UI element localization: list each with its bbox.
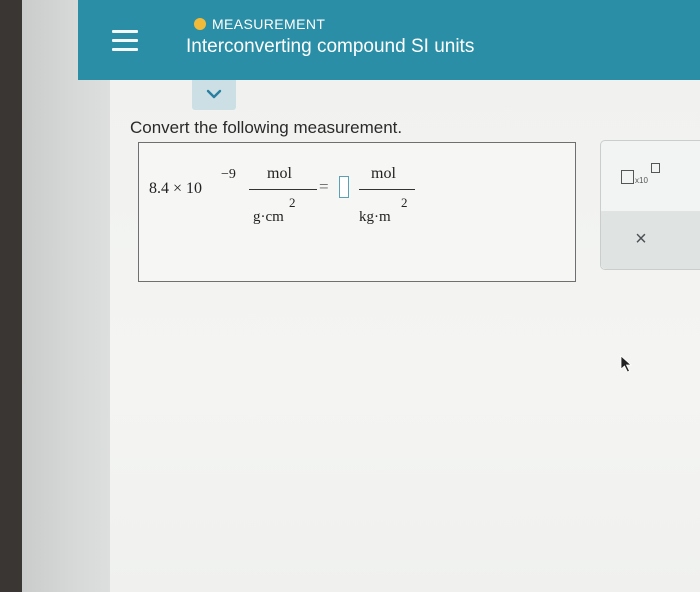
topic-title: Interconverting compound SI units bbox=[186, 36, 475, 57]
menu-button[interactable] bbox=[112, 30, 138, 54]
left-margin-strip bbox=[22, 0, 110, 592]
hamburger-bar bbox=[112, 48, 138, 51]
collapse-header-button[interactable] bbox=[192, 80, 236, 110]
answer-area: 8.4 × 10 −9 mol 2 g·cm = mol 2 kg·m bbox=[138, 142, 576, 282]
given-unit-numerator: mol bbox=[267, 165, 292, 182]
given-exponent: −9 bbox=[221, 167, 236, 182]
target-unit-denominator: kg·m bbox=[359, 209, 391, 225]
chevron-down-icon bbox=[206, 89, 222, 99]
target-unit-numerator: mol bbox=[371, 165, 396, 182]
given-unit-denominator: g·cm bbox=[253, 209, 284, 225]
given-coefficient: 8.4 × 10 bbox=[149, 180, 203, 197]
app-screen: MEASUREMENT Interconverting compound SI … bbox=[22, 0, 700, 592]
hamburger-icon bbox=[112, 30, 138, 33]
given-unit-fraction-bar bbox=[249, 189, 317, 190]
clear-area: × bbox=[601, 211, 700, 269]
question-prompt: Convert the following measurement. bbox=[130, 118, 403, 137]
scientific-notation-icon bbox=[621, 170, 634, 184]
x10-button[interactable]: x10 bbox=[617, 161, 665, 191]
clear-button[interactable]: × bbox=[631, 229, 651, 249]
answer-input[interactable] bbox=[339, 176, 349, 198]
target-unit-denominator-exponent: 2 bbox=[401, 195, 408, 210]
exponent-box-icon bbox=[651, 163, 660, 173]
topic-category: MEASUREMENT bbox=[212, 16, 326, 32]
status-dot-icon bbox=[194, 18, 206, 30]
header-bar: MEASUREMENT Interconverting compound SI … bbox=[78, 0, 700, 80]
x10-label: x10 bbox=[635, 176, 648, 185]
equals-sign: = bbox=[319, 177, 329, 196]
target-unit-fraction-bar bbox=[359, 189, 415, 190]
mouse-cursor-icon bbox=[620, 355, 633, 373]
answer-tools-panel: x10 × bbox=[600, 140, 700, 270]
given-unit-denominator-exponent: 2 bbox=[289, 195, 296, 210]
hamburger-bar bbox=[112, 39, 138, 42]
